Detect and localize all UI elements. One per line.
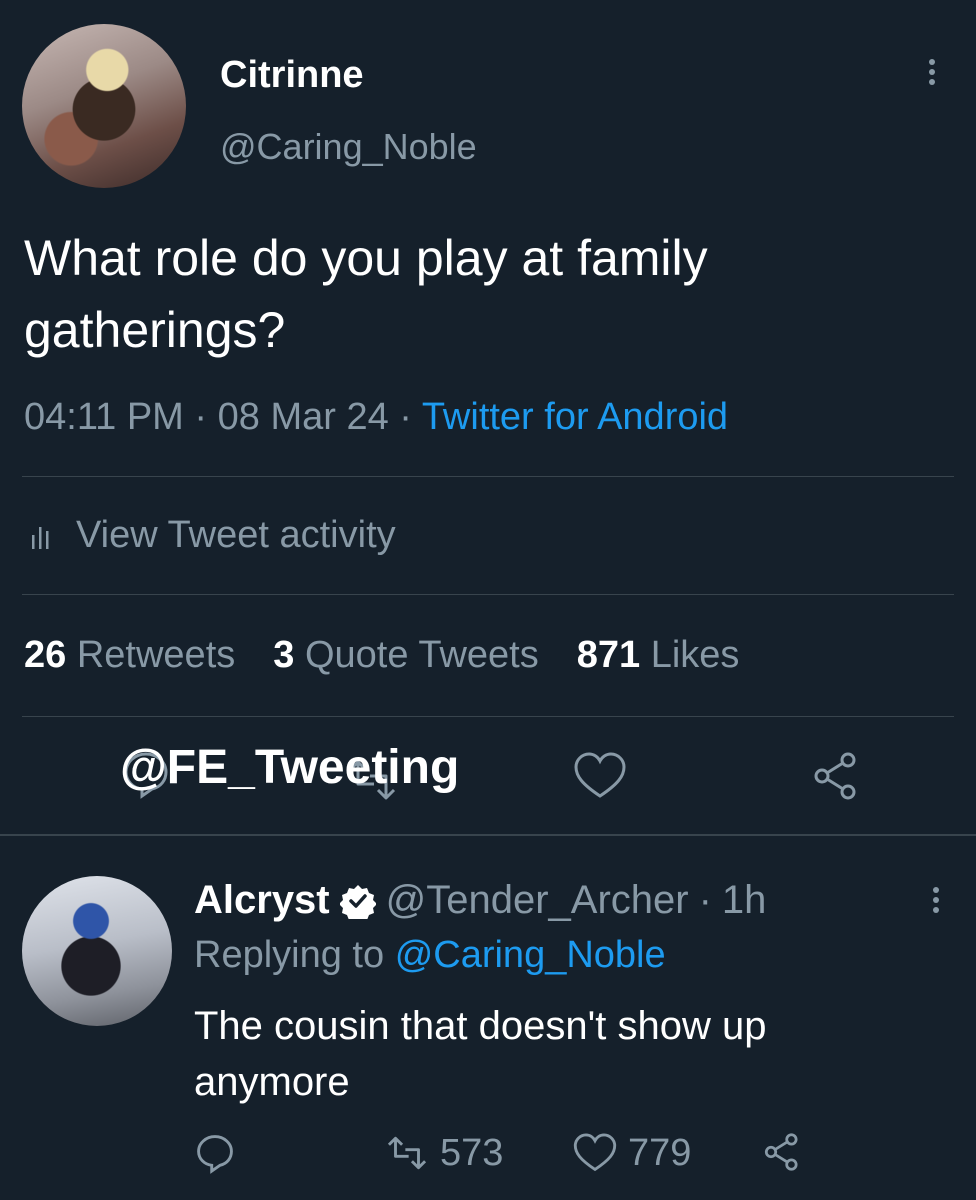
reply-header: Alcryst @Tender_Archer · 1h bbox=[194, 878, 766, 923]
tweet-source-link[interactable]: Twitter for Android bbox=[422, 396, 728, 438]
reply-retweet-count: 573 bbox=[440, 1131, 504, 1174]
retweets-label: Retweets bbox=[76, 634, 236, 676]
meta-separator: · bbox=[399, 396, 412, 438]
stats-icon bbox=[32, 526, 49, 549]
view-tweet-activity-label: View Tweet activity bbox=[76, 514, 396, 556]
likes-count: 871 bbox=[576, 634, 641, 676]
reply-author-handle[interactable]: @Tender_Archer bbox=[386, 878, 689, 923]
reply-icon bbox=[197, 1135, 233, 1174]
divider bbox=[22, 476, 954, 477]
watermark: @FE_Tweeting bbox=[120, 741, 460, 794]
tweet-text: What role do you play at family gatherin… bbox=[24, 230, 708, 358]
replying-to-handle-link[interactable]: @Caring_Noble bbox=[395, 934, 666, 976]
section-separator bbox=[0, 834, 976, 836]
heart-icon bbox=[573, 1133, 617, 1172]
reply-author-avatar[interactable] bbox=[22, 876, 172, 1026]
author-handle[interactable]: @Caring_Noble bbox=[220, 126, 477, 168]
replying-to: Replying to @Caring_Noble bbox=[194, 934, 666, 977]
reply-share-button[interactable] bbox=[760, 1130, 804, 1174]
replying-to-label: Replying to bbox=[194, 934, 385, 976]
view-tweet-activity-button[interactable]: View Tweet activity bbox=[28, 514, 396, 557]
quotes-label: Quote Tweets bbox=[304, 634, 539, 676]
reply-like-count: 779 bbox=[628, 1131, 692, 1174]
tweet-date: 08 Mar 24 bbox=[217, 396, 389, 438]
engagement-stats: 26 Retweets 3 Quote Tweets 871 Likes bbox=[24, 634, 739, 677]
reply-like-button[interactable]: 779 bbox=[572, 1130, 691, 1176]
tweet-time: 04:11 PM bbox=[24, 396, 184, 438]
reply-retweet-button[interactable]: 573 bbox=[382, 1130, 503, 1176]
reply-author-display-name[interactable]: Alcryst bbox=[194, 878, 330, 923]
quotes-count: 3 bbox=[273, 634, 295, 676]
author-avatar[interactable] bbox=[22, 24, 186, 188]
retweet-icon bbox=[387, 1136, 427, 1170]
share-icon[interactable] bbox=[808, 748, 864, 804]
more-icon[interactable] bbox=[918, 56, 946, 96]
author-display-name[interactable]: Citrinne bbox=[220, 54, 364, 97]
reply-reply-button[interactable] bbox=[192, 1130, 238, 1176]
tweet-meta: 04:11 PM · 08 Mar 24 · Twitter for Andro… bbox=[24, 396, 728, 439]
likes-stat[interactable]: 871 Likes bbox=[577, 634, 740, 676]
reply-text: The cousin that doesn't show up anymore bbox=[194, 1004, 767, 1104]
quotes-stat[interactable]: 3 Quote Tweets bbox=[273, 634, 538, 676]
retweets-count: 26 bbox=[24, 634, 67, 676]
meta-separator: · bbox=[194, 396, 208, 438]
reply-time-separator: · bbox=[698, 878, 712, 922]
share-icon bbox=[764, 1133, 798, 1171]
heart-icon[interactable] bbox=[572, 748, 628, 804]
likes-label: Likes bbox=[650, 634, 740, 676]
retweets-stat[interactable]: 26 Retweets bbox=[24, 634, 235, 676]
divider bbox=[22, 594, 954, 595]
divider bbox=[22, 716, 954, 717]
reply-more-icon[interactable] bbox=[922, 884, 950, 924]
verified-icon bbox=[339, 884, 376, 919]
reply-time: 1h bbox=[721, 878, 767, 922]
